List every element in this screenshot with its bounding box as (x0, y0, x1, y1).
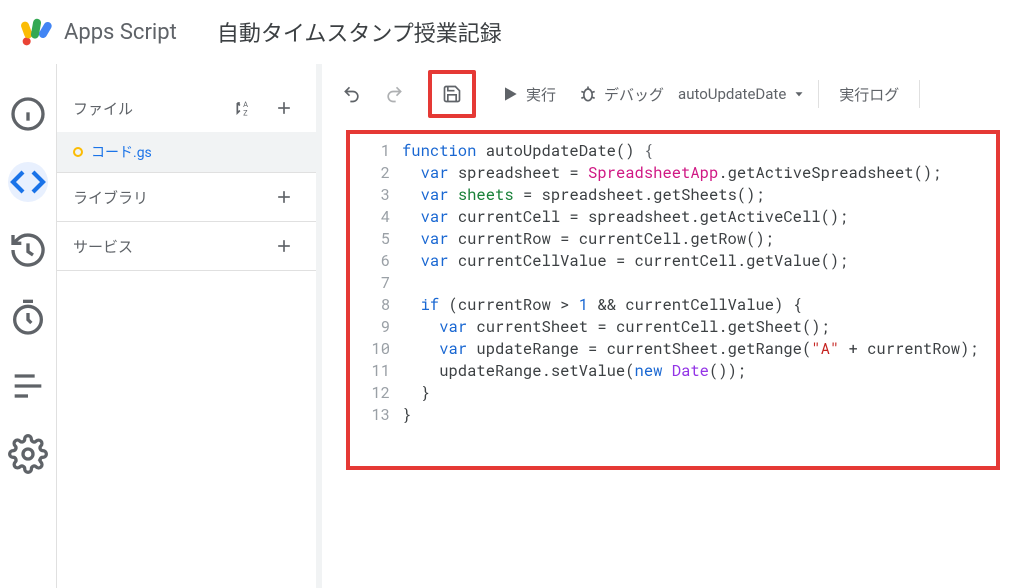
rail-editor[interactable] (8, 162, 48, 202)
execution-log-button[interactable]: 実行ログ (831, 76, 907, 112)
code-editor-highlight: 1function autoUpdateDate() { 2 var sprea… (346, 130, 1000, 470)
files-header: ファイル AZ (57, 84, 316, 132)
rail-triggers[interactable] (8, 230, 48, 270)
toolbar-separator (818, 80, 819, 108)
redo-button[interactable] (376, 76, 412, 112)
svg-text:Z: Z (243, 109, 248, 118)
apps-script-logo (20, 16, 52, 48)
chevron-down-icon (792, 87, 806, 101)
rail-settings[interactable] (8, 434, 48, 474)
editor-toolbar: 実行 デバッグ autoUpdateDate 実行ログ (322, 64, 1024, 124)
services-header: サービス (57, 222, 316, 270)
add-service-icon[interactable] (268, 230, 300, 262)
services-label: サービス (73, 236, 133, 257)
nav-rail (0, 64, 56, 588)
rail-stats[interactable] (8, 366, 48, 406)
code-editor[interactable]: 1function autoUpdateDate() { 2 var sprea… (360, 140, 986, 426)
save-button[interactable] (434, 76, 470, 112)
file-sidebar: ファイル AZ コード.gs ライブラリ サービス (56, 64, 316, 588)
libraries-label: ライブラリ (73, 187, 148, 208)
file-item-code[interactable]: コード.gs (57, 132, 316, 172)
brand-name: Apps Script (64, 20, 177, 45)
editor-pane: 実行 デバッグ autoUpdateDate 実行ログ 1function au… (322, 64, 1024, 588)
app-header: Apps Script 自動タイムスタンプ授業記録 (0, 0, 1024, 64)
file-link: コード.gs (91, 142, 152, 162)
add-library-icon[interactable] (268, 181, 300, 213)
save-button-highlight (428, 70, 476, 118)
libraries-header: ライブラリ (57, 173, 316, 221)
rail-overview[interactable] (8, 94, 48, 134)
main-area: ファイル AZ コード.gs ライブラリ サービス (0, 64, 1024, 588)
files-label: ファイル (73, 98, 133, 119)
toolbar-separator (919, 80, 920, 108)
project-title[interactable]: 自動タイムスタンプ授業記録 (217, 16, 502, 48)
run-button[interactable]: 実行 (492, 76, 564, 112)
unsaved-dot-icon (73, 147, 83, 157)
undo-button[interactable] (334, 76, 370, 112)
debug-button[interactable]: デバッグ (570, 76, 672, 112)
function-select[interactable]: autoUpdateDate (678, 85, 806, 103)
sort-az-icon[interactable]: AZ (228, 92, 260, 124)
rail-executions[interactable] (8, 298, 48, 338)
add-file-icon[interactable] (268, 92, 300, 124)
